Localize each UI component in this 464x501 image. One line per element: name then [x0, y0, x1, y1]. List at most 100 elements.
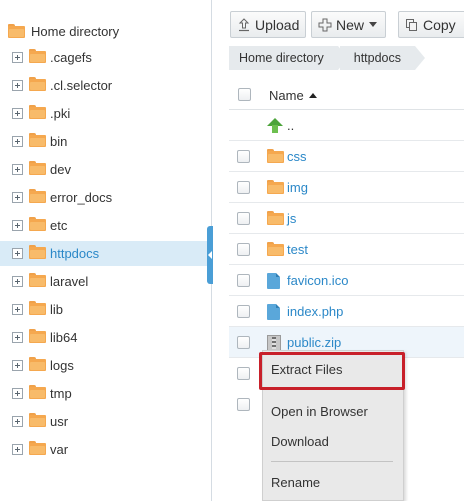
row-checkbox[interactable] — [237, 212, 250, 225]
tree-item-tmp[interactable]: tmp — [0, 381, 212, 406]
file-name[interactable]: js — [287, 211, 296, 226]
row-checkbox[interactable] — [237, 243, 250, 256]
folder-icon — [29, 105, 46, 119]
row-checkbox[interactable] — [237, 336, 250, 349]
sort-ascending-icon — [308, 93, 317, 98]
folder-icon — [267, 180, 284, 194]
tree-item-lib[interactable]: lib — [0, 297, 212, 322]
toolbar: Upload New Copy — [213, 0, 464, 46]
expand-icon[interactable] — [12, 416, 23, 427]
tree-item-bin[interactable]: bin — [0, 129, 212, 154]
breadcrumb-home[interactable]: Home directory — [229, 46, 348, 70]
file-row-parent[interactable]: .. — [229, 110, 464, 141]
folder-icon — [29, 245, 46, 259]
tree-item-usr[interactable]: usr — [0, 409, 212, 434]
tree-item-label: laravel — [50, 274, 89, 289]
upload-label: Upload — [255, 16, 300, 33]
expand-icon[interactable] — [12, 444, 23, 455]
expand-icon[interactable] — [12, 360, 23, 371]
breadcrumb: Home directory httpdocs — [229, 46, 426, 70]
expand-icon[interactable] — [12, 80, 23, 91]
folder-icon — [267, 149, 284, 163]
select-all-checkbox[interactable] — [238, 88, 251, 101]
tree-item-error-docs[interactable]: error_docs — [0, 185, 212, 210]
file-row-img[interactable]: img — [229, 172, 464, 203]
file-name[interactable]: test — [287, 242, 308, 257]
row-checkbox[interactable] — [237, 274, 250, 287]
expand-icon[interactable] — [12, 388, 23, 399]
file-row-favicon[interactable]: favicon.ico — [229, 265, 464, 296]
row-checkbox[interactable] — [237, 367, 250, 380]
file-name[interactable]: .. — [287, 118, 294, 133]
tree-item-label: usr — [50, 414, 69, 429]
tree-item-label: lib — [50, 302, 64, 317]
tree-item-label: etc — [50, 218, 68, 233]
row-checkbox[interactable] — [237, 398, 250, 411]
file-name[interactable]: index.php — [287, 304, 343, 319]
tree-item-cagefs[interactable]: .cagefs — [0, 45, 212, 70]
file-icon — [267, 273, 280, 289]
expand-icon[interactable] — [12, 332, 23, 343]
copy-label: Copy — [423, 16, 456, 33]
tree-item-label: logs — [50, 358, 74, 373]
expand-icon[interactable] — [12, 136, 23, 147]
tree-item-pki[interactable]: .pki — [0, 101, 212, 126]
new-button[interactable]: New — [311, 11, 386, 38]
folder-icon — [29, 385, 46, 399]
name-column-header[interactable]: Name — [269, 88, 317, 103]
folder-icon — [267, 242, 284, 256]
folder-icon — [29, 357, 46, 371]
expand-icon[interactable] — [12, 276, 23, 287]
file-name[interactable]: favicon.ico — [287, 273, 348, 288]
tree-item-etc[interactable]: etc — [0, 213, 212, 238]
expand-icon[interactable] — [12, 164, 23, 175]
copy-icon — [406, 18, 417, 31]
folder-icon — [29, 441, 46, 455]
tree-item-label: .cl.selector — [50, 78, 113, 93]
tree-item-logs[interactable]: logs — [0, 353, 212, 378]
tree-item-label: .pki — [50, 106, 71, 121]
folder-icon — [8, 24, 25, 38]
tree-item-label: lib64 — [50, 330, 78, 345]
expand-icon[interactable] — [12, 108, 23, 119]
upload-button[interactable]: Upload — [230, 11, 306, 38]
row-checkbox[interactable] — [237, 150, 250, 163]
row-checkbox[interactable] — [237, 305, 250, 318]
menu-divider — [271, 461, 393, 462]
upload-icon — [238, 17, 250, 31]
file-name[interactable]: css — [287, 149, 307, 164]
tree-item-cl-selector[interactable]: .cl.selector — [0, 73, 212, 98]
menu-item-download[interactable]: Download — [263, 428, 403, 454]
folder-icon — [29, 133, 46, 147]
row-checkbox[interactable] — [237, 181, 250, 194]
file-row-test[interactable]: test — [229, 234, 464, 265]
expand-icon[interactable] — [12, 304, 23, 315]
folder-tree-panel: Home directory .cagefs .cl.selector .pki… — [0, 0, 212, 501]
tree-item-label: .cagefs — [50, 50, 92, 65]
copy-button[interactable]: Copy — [398, 11, 464, 38]
tree-item-laravel[interactable]: laravel — [0, 269, 212, 294]
menu-item-open-in-browser[interactable]: Open in Browser — [263, 398, 403, 424]
new-label: New — [336, 16, 365, 33]
tree-item-httpdocs[interactable]: httpdocs — [0, 241, 212, 266]
tree-item-label: httpdocs — [50, 246, 100, 261]
chevron-down-icon — [369, 22, 378, 27]
expand-icon[interactable] — [12, 192, 23, 203]
expand-icon[interactable] — [12, 220, 23, 231]
breadcrumb-httpdocs[interactable]: httpdocs — [339, 46, 426, 70]
folder-icon — [29, 273, 46, 287]
menu-item-rename[interactable]: Rename — [263, 469, 403, 495]
file-row-css[interactable]: css — [229, 141, 464, 172]
file-name[interactable]: public.zip — [287, 335, 341, 350]
folder-icon — [29, 189, 46, 203]
tree-root-home[interactable]: Home directory — [8, 20, 119, 42]
folder-icon — [29, 77, 46, 91]
tree-item-var[interactable]: var — [0, 437, 212, 462]
file-row-index-php[interactable]: index.php — [229, 296, 464, 327]
expand-icon[interactable] — [12, 248, 23, 259]
file-name[interactable]: img — [287, 180, 308, 195]
tree-item-lib64[interactable]: lib64 — [0, 325, 212, 350]
file-row-js[interactable]: js — [229, 203, 464, 234]
expand-icon[interactable] — [12, 52, 23, 63]
tree-item-dev[interactable]: dev — [0, 157, 212, 182]
